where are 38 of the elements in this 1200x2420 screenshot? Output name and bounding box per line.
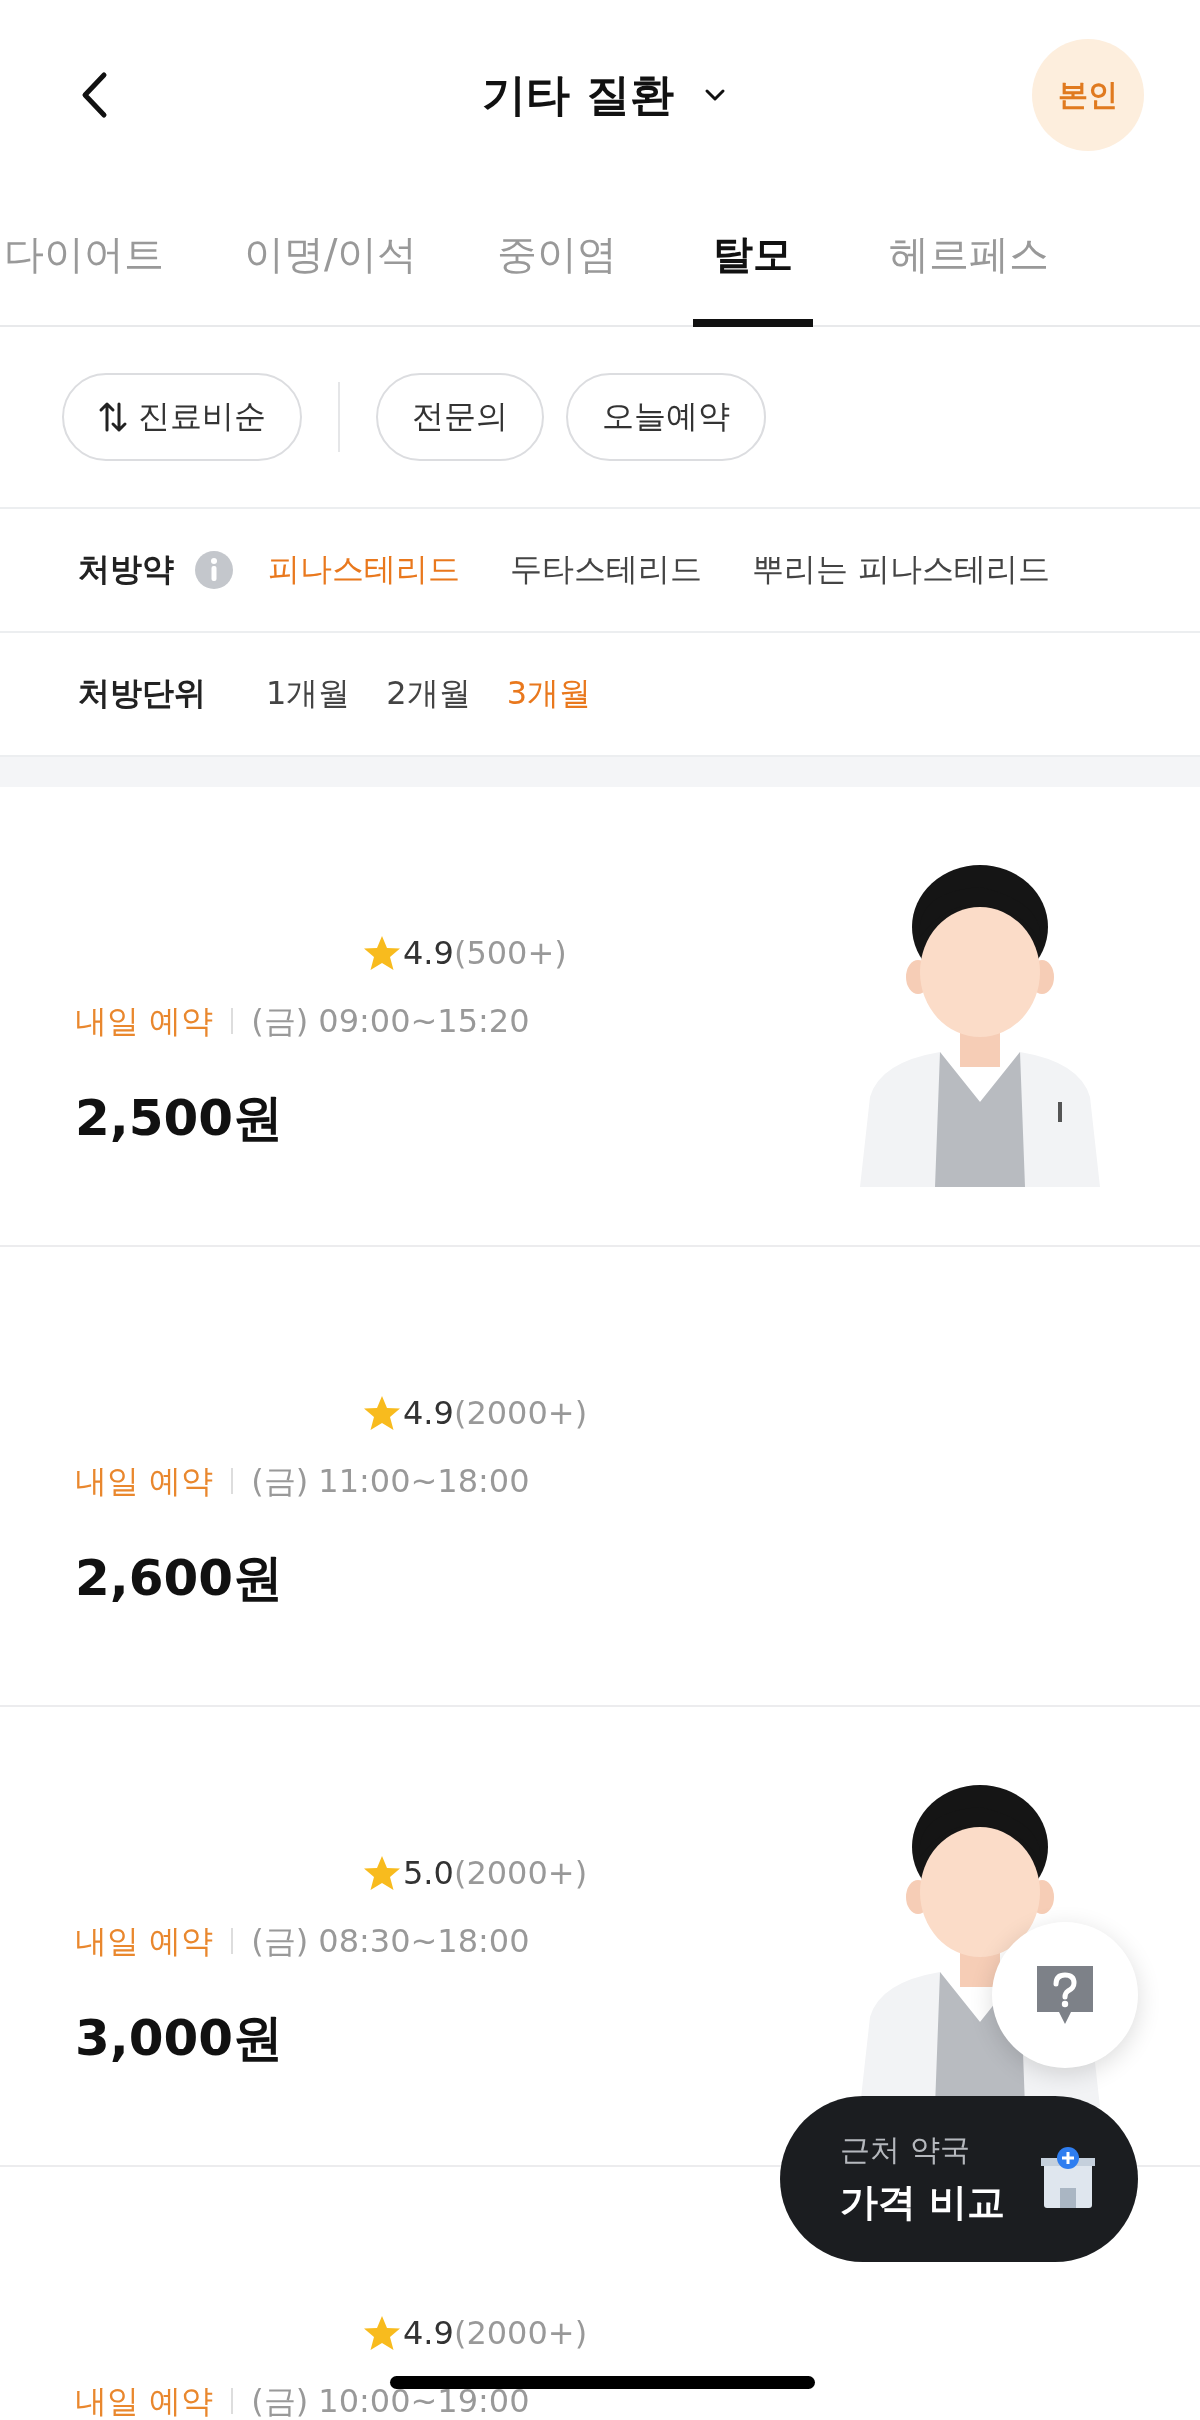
pharmacy-price-button[interactable]: 근처 약국 가격 비교 [780, 2096, 1138, 2262]
review-count: (2000+) [453, 1853, 588, 1893]
review-count: (2000+) [453, 1393, 588, 1433]
star-icon [363, 1855, 401, 1891]
availability-label: 내일 예약 [75, 2381, 214, 2420]
price-text: 2,600원 [75, 1548, 285, 1609]
price-text: 2,500원 [75, 1088, 285, 1149]
filter-label: 처방약 [78, 549, 174, 590]
hours-text: (금) 10:00~19:00 [251, 2381, 530, 2420]
rating-score: 4.9 [403, 2313, 454, 2353]
hours-text: (금) 11:00~18:00 [251, 1461, 530, 1501]
sort-icon [98, 400, 128, 434]
filter-option[interactable]: 뿌리는 피나스테리드 [752, 548, 1051, 592]
star-icon [363, 935, 401, 971]
hours-text: (금) 09:00~15:20 [251, 1001, 530, 1041]
back-icon [80, 71, 108, 119]
availability-label: 내일 예약 [75, 1921, 214, 1961]
review-count: (500+) [453, 933, 567, 973]
filter-chip[interactable]: 오늘예약 [566, 373, 766, 461]
category-tab[interactable]: 탈모 [693, 190, 814, 327]
star-icon [363, 1395, 401, 1431]
price-text: 3,000원 [75, 2008, 285, 2069]
title-dropdown[interactable]: 기타 질환 [176, 65, 1032, 125]
star-icon [363, 2315, 401, 2351]
rating-score: 4.9 [403, 1393, 454, 1433]
filter-option[interactable]: 2개월 [386, 672, 471, 716]
filter-label: 처방단위 [78, 673, 206, 714]
hours-text: (금) 08:30~18:00 [251, 1921, 530, 1961]
review-count: (2000+) [453, 2313, 588, 2353]
filter-chip[interactable]: 전문의 [376, 373, 544, 461]
availability-label: 내일 예약 [75, 1001, 214, 1041]
filter-option[interactable]: 1개월 [266, 672, 351, 716]
filter-option[interactable]: 두타스테리드 [510, 548, 702, 592]
sort-button[interactable]: 진료비순 [62, 373, 302, 461]
chevron-down-icon [703, 88, 726, 102]
rating-score: 5.0 [403, 1853, 454, 1893]
rating-score: 4.9 [403, 933, 454, 973]
availability-label: 내일 예약 [75, 1461, 214, 1501]
